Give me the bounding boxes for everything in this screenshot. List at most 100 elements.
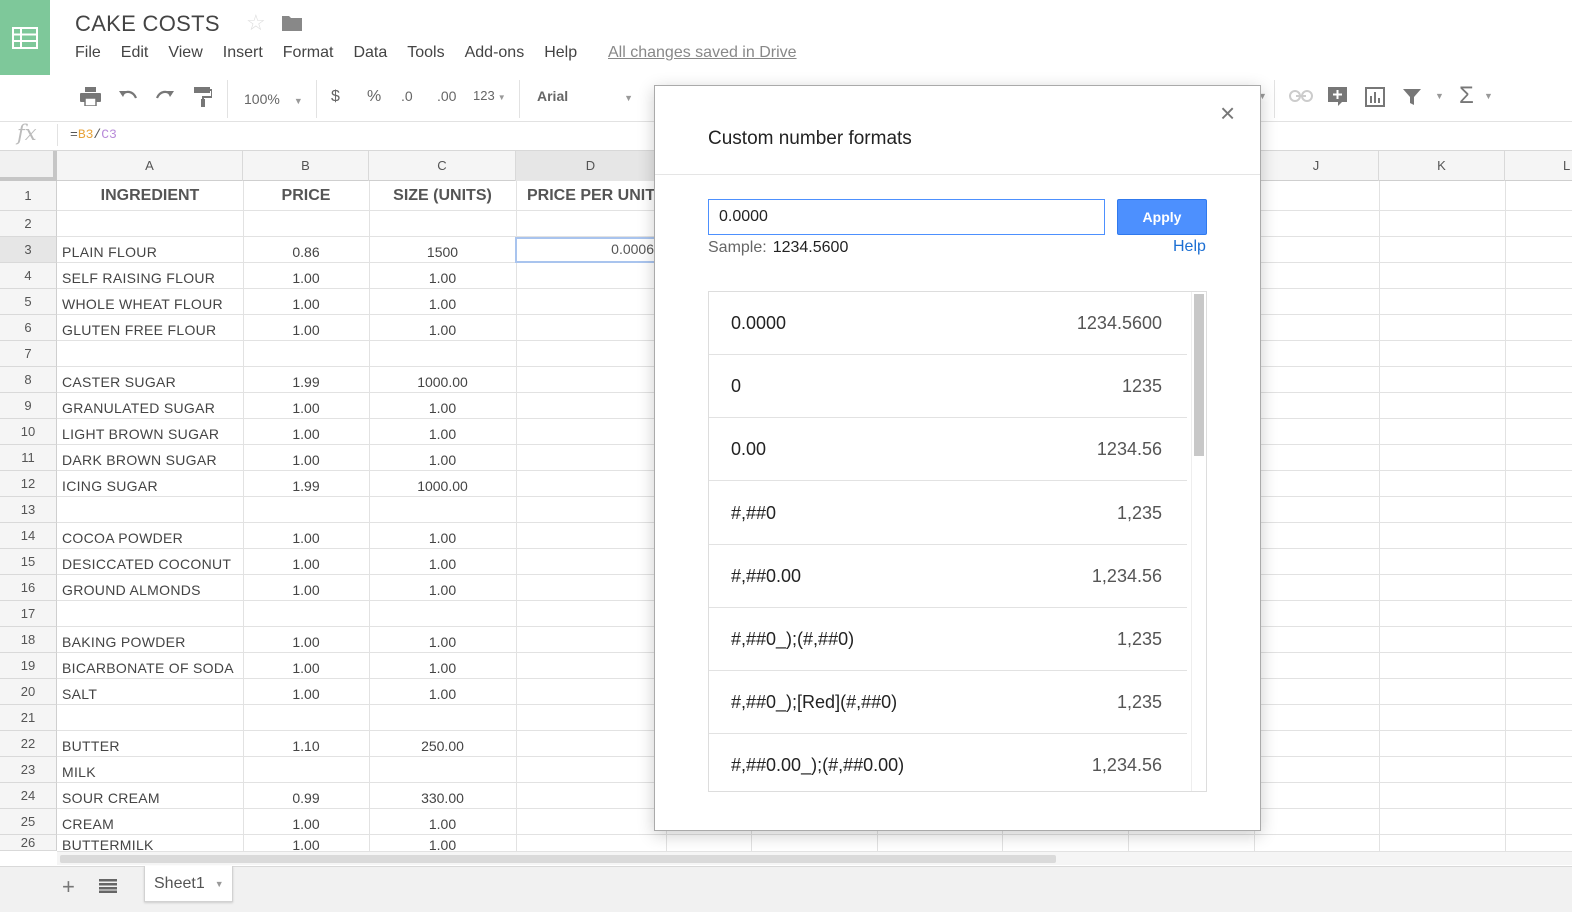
- redo-icon[interactable]: [155, 89, 175, 103]
- column-header-b[interactable]: B: [243, 151, 369, 181]
- row-header[interactable]: 22: [0, 731, 57, 757]
- column-header-c[interactable]: C: [369, 151, 516, 181]
- cell-c[interactable]: 1000.00: [369, 471, 516, 497]
- column-header-k[interactable]: K: [1379, 151, 1505, 181]
- selected-cell-d3[interactable]: 0.0006: [515, 237, 660, 263]
- folder-icon[interactable]: [281, 14, 303, 32]
- undo-icon[interactable]: [118, 89, 138, 103]
- cell-a[interactable]: [57, 601, 243, 627]
- sheets-logo[interactable]: [0, 0, 50, 75]
- cell-c[interactable]: [369, 705, 516, 731]
- cell-b[interactable]: 1.00: [243, 627, 369, 653]
- menu-view[interactable]: View: [168, 44, 202, 66]
- cell-a[interactable]: PLAIN FLOUR: [57, 237, 243, 263]
- row-header[interactable]: 18: [0, 627, 57, 653]
- cell-c[interactable]: 1000.00: [369, 367, 516, 393]
- cell-c[interactable]: [369, 601, 516, 627]
- cell-c[interactable]: 1.00: [369, 393, 516, 419]
- functions-icon[interactable]: Σ: [1459, 82, 1474, 110]
- more-formats-button[interactable]: 123 ▼: [473, 88, 506, 103]
- column-header-a[interactable]: A: [57, 151, 243, 181]
- cell-b[interactable]: 1.00: [243, 419, 369, 445]
- format-list-item[interactable]: #,##0_);(#,##0) 1,235: [709, 608, 1187, 671]
- cell-b[interactable]: 1.00: [243, 575, 369, 601]
- cell-a[interactable]: [57, 705, 243, 731]
- cell-c[interactable]: 1.00: [369, 549, 516, 575]
- row-header[interactable]: 26: [0, 835, 57, 851]
- cell-b[interactable]: 1.00: [243, 523, 369, 549]
- cell-c[interactable]: 1.00: [369, 419, 516, 445]
- row-header[interactable]: 11: [0, 445, 57, 471]
- row-header[interactable]: 19: [0, 653, 57, 679]
- cell-c[interactable]: 1.00: [369, 575, 516, 601]
- cell-c[interactable]: [369, 497, 516, 523]
- format-pattern-input[interactable]: [708, 199, 1105, 235]
- cell-b[interactable]: 1.00: [243, 263, 369, 289]
- cell-a[interactable]: BUTTERMILK: [57, 835, 243, 852]
- cell-b[interactable]: 0.86: [243, 237, 369, 263]
- cell-c[interactable]: [369, 757, 516, 783]
- cell-b[interactable]: 1.00: [243, 445, 369, 471]
- cell-c[interactable]: 1.00: [369, 289, 516, 315]
- cell-c[interactable]: 1.00: [369, 263, 516, 289]
- cell-a[interactable]: [57, 497, 243, 523]
- row-header[interactable]: 10: [0, 419, 57, 445]
- cell-c[interactable]: 1.00: [369, 445, 516, 471]
- cell-c[interactable]: 1.00: [369, 653, 516, 679]
- help-link[interactable]: Help: [1173, 238, 1206, 256]
- cell-b[interactable]: 1.00: [243, 679, 369, 705]
- print-icon[interactable]: [80, 87, 101, 106]
- column-header-d[interactable]: D: [516, 151, 666, 181]
- column-header-j[interactable]: J: [1254, 151, 1379, 181]
- row-header[interactable]: 14: [0, 523, 57, 549]
- cell-b[interactable]: 1.00: [243, 809, 369, 835]
- row-header[interactable]: 9: [0, 393, 57, 419]
- sheet-tab-sheet1[interactable]: Sheet1 ▼: [144, 866, 233, 902]
- row-header[interactable]: 8: [0, 367, 57, 393]
- menu-edit[interactable]: Edit: [121, 44, 149, 66]
- cell-b[interactable]: 1.00: [243, 393, 369, 419]
- select-all-corner[interactable]: [0, 151, 57, 181]
- cell-a[interactable]: [57, 211, 243, 237]
- menu-addons[interactable]: Add-ons: [465, 44, 525, 66]
- decrease-decimal-button[interactable]: .0: [401, 88, 413, 104]
- cell-c[interactable]: 330.00: [369, 783, 516, 809]
- chevron-down-icon[interactable]: ▼: [1484, 91, 1493, 101]
- increase-decimal-button[interactable]: .00: [437, 88, 456, 104]
- cell-a[interactable]: LIGHT BROWN SUGAR: [57, 419, 243, 445]
- cell-c[interactable]: 250.00: [369, 731, 516, 757]
- cell-a[interactable]: GROUND ALMONDS: [57, 575, 243, 601]
- menu-data[interactable]: Data: [353, 44, 387, 66]
- cell-a[interactable]: [57, 341, 243, 367]
- link-icon[interactable]: [1289, 89, 1313, 103]
- row-header[interactable]: 6: [0, 315, 57, 341]
- cell-b[interactable]: [243, 497, 369, 523]
- menu-tools[interactable]: Tools: [407, 44, 444, 66]
- cell-a[interactable]: CREAM: [57, 809, 243, 835]
- cell-a[interactable]: BICARBONATE OF SODA: [57, 653, 243, 679]
- cell-c[interactable]: [369, 341, 516, 367]
- row-header[interactable]: 3: [0, 237, 57, 263]
- cell-a[interactable]: GLUTEN FREE FLOUR: [57, 315, 243, 341]
- cell-c[interactable]: 1.00: [369, 315, 516, 341]
- cell-b[interactable]: 1.00: [243, 835, 369, 852]
- row-header[interactable]: 25: [0, 809, 57, 835]
- cell-b[interactable]: [243, 341, 369, 367]
- cell-a[interactable]: DESICCATED COCONUT: [57, 549, 243, 575]
- star-icon[interactable]: ☆: [246, 10, 266, 36]
- filter-icon[interactable]: [1402, 88, 1422, 106]
- cell-b[interactable]: 1.00: [243, 289, 369, 315]
- format-list-scrollbar-thumb[interactable]: [1194, 294, 1204, 456]
- formula-input[interactable]: =B3/C3: [70, 127, 117, 142]
- cell-a[interactable]: MILK: [57, 757, 243, 783]
- cell-a[interactable]: GRANULATED SUGAR: [57, 393, 243, 419]
- row-header[interactable]: 12: [0, 471, 57, 497]
- format-list-item[interactable]: 0 1235: [709, 355, 1187, 418]
- cell-a[interactable]: WHOLE WHEAT FLOUR: [57, 289, 243, 315]
- cell-b[interactable]: [243, 211, 369, 237]
- header-cell-c[interactable]: SIZE (UNITS): [369, 181, 516, 211]
- row-header[interactable]: 2: [0, 211, 57, 237]
- row-header[interactable]: 23: [0, 757, 57, 783]
- cell-a[interactable]: SOUR CREAM: [57, 783, 243, 809]
- cell-c[interactable]: 1.00: [369, 627, 516, 653]
